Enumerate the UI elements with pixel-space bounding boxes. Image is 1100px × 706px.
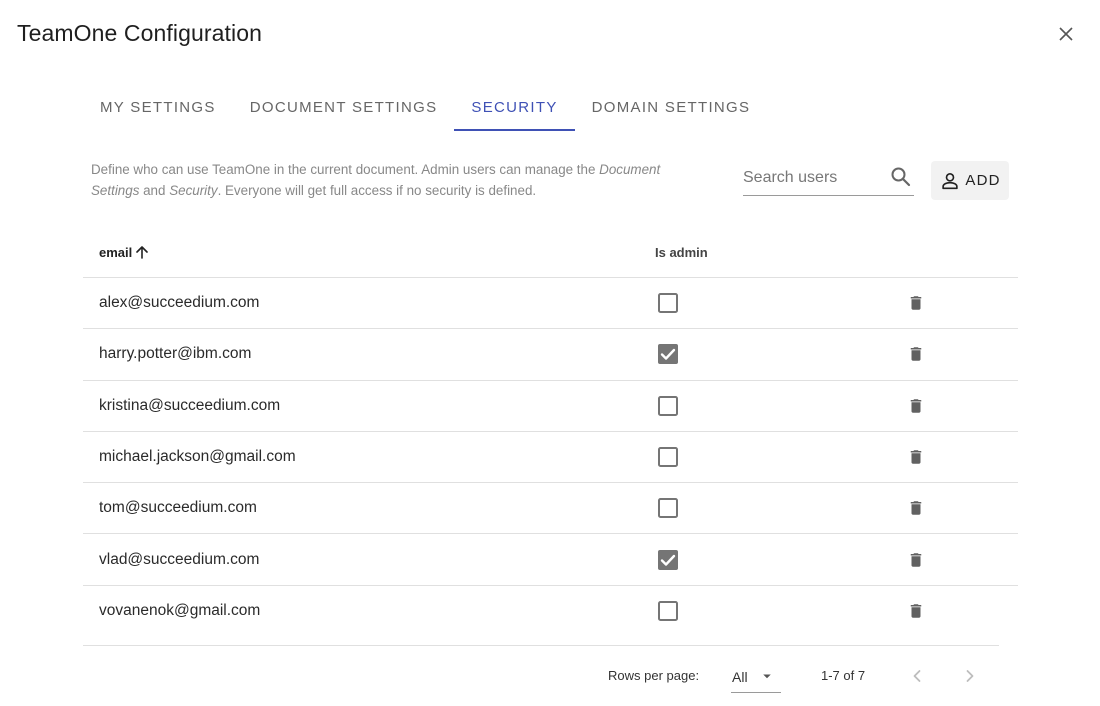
cell-email: vovanenok@gmail.com bbox=[99, 602, 261, 620]
close-button[interactable] bbox=[1054, 22, 1078, 46]
table-row: vovanenok@gmail.com bbox=[83, 586, 1018, 637]
column-header-email-label: email bbox=[99, 244, 133, 260]
description-emphasis-security: Security bbox=[169, 183, 218, 198]
column-header-is-admin: Is admin bbox=[655, 244, 708, 260]
search-input[interactable] bbox=[743, 165, 883, 191]
rows-per-page-label: Rows per page: bbox=[608, 668, 700, 683]
person-outline-icon bbox=[942, 172, 959, 189]
search-field bbox=[743, 163, 914, 196]
tab-my-settings[interactable]: MY SETTINGS bbox=[83, 84, 233, 131]
tab-document-settings[interactable]: DOCUMENT SETTINGS bbox=[233, 84, 455, 131]
table-body: alex@succeedium.com harry.potter@ibm.com k… bbox=[83, 278, 1018, 637]
table-row: vlad@succeedium.com bbox=[83, 534, 1018, 586]
trash-icon[interactable] bbox=[907, 499, 925, 517]
tab-domain-settings[interactable]: DOMAIN SETTINGS bbox=[575, 84, 768, 131]
checkbox-unchecked-icon[interactable] bbox=[657, 292, 679, 314]
rows-per-page-value: All bbox=[732, 669, 748, 685]
security-description: Define who can use TeamOne in the curren… bbox=[91, 159, 711, 201]
checkbox-unchecked-icon[interactable] bbox=[657, 600, 679, 622]
arrow-up-icon bbox=[136, 246, 149, 259]
description-text: Define who can use TeamOne in the curren… bbox=[91, 162, 600, 177]
table-header: email Is admin bbox=[83, 226, 1018, 278]
add-user-button[interactable]: ADD bbox=[931, 161, 1009, 200]
cell-email: alex@succeedium.com bbox=[99, 294, 260, 312]
table-footer-divider bbox=[83, 645, 999, 646]
configuration-dialog: TeamOne Configuration MY SETTINGS DOCUME… bbox=[0, 0, 1100, 706]
checkbox-checked-icon[interactable] bbox=[657, 343, 679, 365]
cell-email: kristina@succeedium.com bbox=[99, 396, 281, 414]
table-row: alex@succeedium.com bbox=[83, 278, 1018, 330]
trash-icon[interactable] bbox=[907, 602, 925, 620]
cell-email: michael.jackson@gmail.com bbox=[99, 448, 296, 466]
table-row: kristina@succeedium.com bbox=[83, 381, 1018, 432]
trash-icon[interactable] bbox=[907, 294, 925, 312]
cell-email: tom@succeedium.com bbox=[99, 499, 257, 517]
cell-email: harry.potter@ibm.com bbox=[99, 345, 252, 363]
checkbox-unchecked-icon[interactable] bbox=[657, 497, 679, 519]
table-row: harry.potter@ibm.com bbox=[83, 329, 1018, 381]
table-row: tom@succeedium.com bbox=[83, 483, 1018, 535]
pagination: Rows per page: All 1-7 of 7 bbox=[0, 656, 1100, 696]
chevron-right-icon[interactable] bbox=[958, 664, 982, 688]
users-table: email Is admin alex@succeedium.com harry.… bbox=[83, 226, 1018, 637]
checkbox-unchecked-icon[interactable] bbox=[657, 395, 679, 417]
chevron-left-icon[interactable] bbox=[905, 664, 929, 688]
search-icon[interactable] bbox=[889, 165, 913, 189]
dialog-title: TeamOne Configuration bbox=[17, 20, 263, 46]
checkbox-checked-icon[interactable] bbox=[657, 549, 679, 571]
cell-email: vlad@succeedium.com bbox=[99, 550, 260, 568]
trash-icon[interactable] bbox=[907, 551, 925, 569]
tab-bar: MY SETTINGS DOCUMENT SETTINGS SECURITY D… bbox=[83, 84, 767, 132]
page-range: 1-7 of 7 bbox=[821, 668, 866, 683]
rows-per-page-select[interactable]: All bbox=[731, 659, 781, 693]
trash-icon[interactable] bbox=[907, 345, 925, 363]
table-row: michael.jackson@gmail.com bbox=[83, 432, 1018, 484]
description-text: . Everyone will get full access if no se… bbox=[217, 183, 537, 198]
caret-down-icon bbox=[763, 674, 771, 679]
close-icon bbox=[1059, 27, 1073, 41]
trash-icon[interactable] bbox=[907, 448, 925, 466]
checkbox-unchecked-icon[interactable] bbox=[657, 446, 679, 468]
description-text: and bbox=[139, 183, 170, 198]
trash-icon[interactable] bbox=[907, 397, 925, 415]
column-header-email[interactable]: email bbox=[99, 226, 150, 278]
tab-security[interactable]: SECURITY bbox=[454, 84, 575, 131]
add-button-label: ADD bbox=[965, 172, 1001, 189]
